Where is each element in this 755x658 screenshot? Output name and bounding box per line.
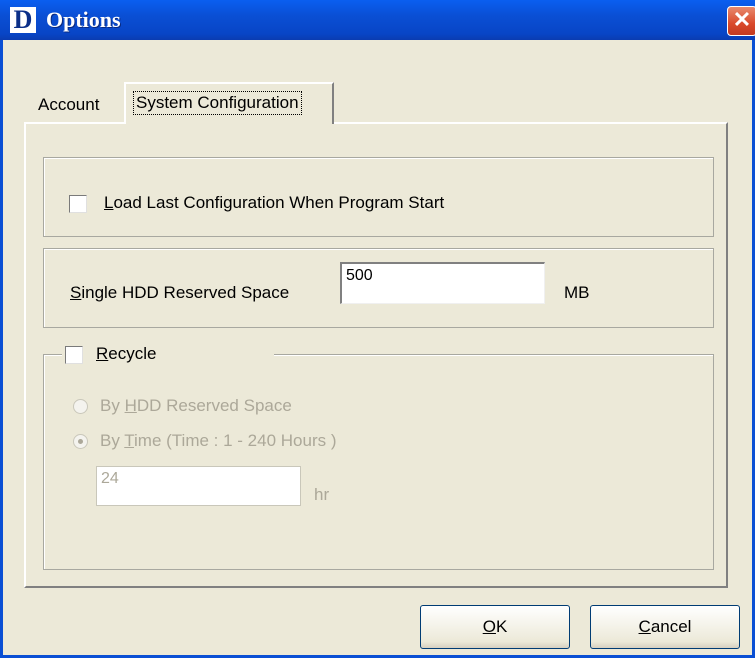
load-last-config-label-text: oad Last Configuration When Program Star… [113, 193, 445, 212]
reserved-space-value: 500 [346, 267, 373, 284]
ok-mnemonic: O [482, 617, 496, 636]
recycle-label[interactable]: Recycle [96, 343, 156, 365]
by-hdd-space-label-text: DD Reserved Space [136, 396, 292, 415]
recycle-checkbox[interactable] [65, 346, 83, 364]
by-hdd-space-prefix: By [100, 396, 125, 415]
by-hdd-space-mnemonic: H [124, 396, 137, 415]
by-time-label[interactable]: By Time (Time : 1 - 240 Hours ) [100, 430, 337, 452]
window-title: Options [46, 7, 121, 32]
ok-button[interactable]: OK [420, 605, 570, 649]
hours-value: 24 [101, 470, 119, 487]
reserved-space-label: Single HDD Reserved Space [70, 282, 289, 304]
by-hdd-space-radio[interactable] [73, 399, 88, 414]
app-logo-icon: D [10, 7, 36, 33]
close-button[interactable]: ✕ [727, 6, 755, 36]
by-hdd-space-label[interactable]: By HDD Reserved Space [100, 395, 292, 417]
by-time-prefix: By [100, 431, 125, 450]
cancel-button[interactable]: Cancel [590, 605, 740, 649]
tab-account-label: Account [38, 95, 100, 114]
close-icon: ✕ [732, 7, 752, 32]
recycle-group [43, 354, 714, 570]
tab-system-configuration-label: System Configuration [133, 91, 302, 115]
by-time-label-text: ime (Time : 1 - 240 Hours ) [134, 431, 337, 450]
title-bar[interactable]: D Options ✕ [0, 0, 755, 40]
hours-unit: hr [314, 485, 330, 504]
reserved-space-label-text: ingle HDD Reserved Space [81, 283, 290, 302]
load-last-config-checkbox[interactable] [69, 195, 87, 213]
reserved-space-unit: MB [564, 283, 590, 302]
reserved-space-input[interactable]: 500 [340, 262, 545, 304]
reserved-space-mnemonic: S [70, 283, 82, 302]
by-time-radio[interactable] [73, 434, 88, 449]
load-last-config-label[interactable]: Load Last Configuration When Program Sta… [104, 192, 444, 214]
hours-input[interactable]: 24 [96, 466, 301, 506]
tab-account[interactable]: Account [38, 94, 99, 116]
ok-label: K [495, 617, 508, 636]
tab-system-configuration[interactable]: System Configuration [124, 82, 334, 124]
cancel-mnemonic: C [638, 617, 651, 636]
recycle-label-text: ecycle [108, 344, 157, 363]
recycle-group-caption: Recycle [62, 343, 274, 367]
cancel-label: ancel [650, 617, 692, 636]
recycle-mnemonic: R [96, 344, 109, 363]
by-time-mnemonic: T [124, 431, 135, 450]
